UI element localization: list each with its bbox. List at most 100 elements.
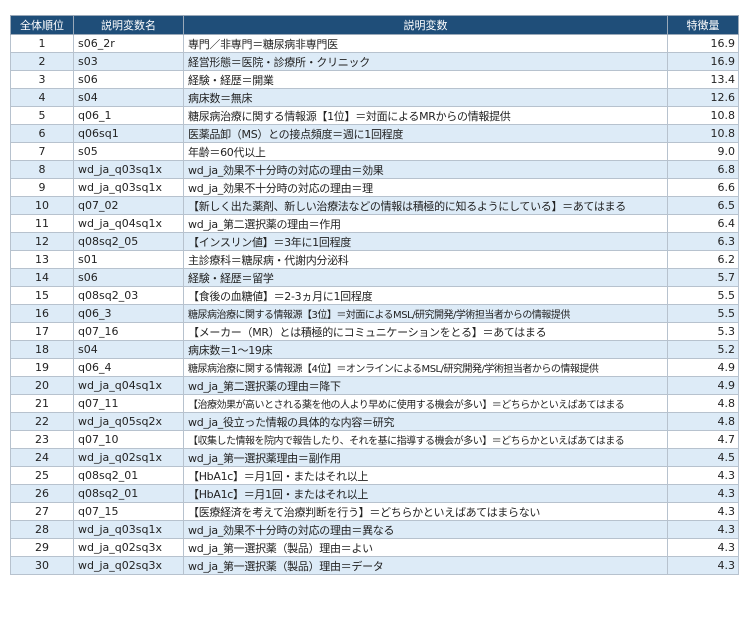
cell-rank: 6 (10, 124, 74, 143)
cell-var-name: s01 (73, 250, 184, 269)
cell-var-desc: 医薬品卸（MS）との接点頻度＝週に1回程度 (183, 124, 668, 143)
table-row: 22 wd_ja_q05sq2x wd_ja_役立った情報の具体的な内容＝研究 4.8 (10, 412, 739, 431)
table-row: 21 q07_11 【治療効果が高いとされる薬を他の人より早めに使用する機会が多い】… (10, 394, 739, 413)
table-row: 30 wd_ja_q02sq3x wd_ja_第一選択薬（製品）理由＝データ 4.3 (10, 556, 739, 575)
cell-var-desc: 【メーカー（MR）とは積極的にコミュニケーションをとる】＝あてはまる (183, 322, 668, 341)
cell-var-desc: wd_ja_第二選択薬の理由＝作用 (183, 214, 668, 233)
cell-var-desc: 【医療経済を考えて治療判断を行う】＝どちらかといえばあてはまらない (183, 502, 668, 521)
table-row: 28 wd_ja_q03sq1x wd_ja_効果不十分時の対応の理由＝異なる 4.3 (10, 520, 739, 539)
cell-rank: 7 (10, 142, 74, 161)
cell-importance: 4.3 (667, 520, 739, 539)
table-row: 14 s06 経験・経歴＝留学 5.7 (10, 268, 739, 287)
cell-var-desc: wd_ja_第二選択薬の理由＝降下 (183, 376, 668, 395)
cell-importance: 6.4 (667, 214, 739, 233)
cell-rank: 22 (10, 412, 74, 431)
cell-importance: 5.5 (667, 304, 739, 323)
table-body: 1 s06_2r 専門／非専門＝糖尿病非専門医 16.9 2 s03 経営形態＝医院・診療所… (10, 34, 739, 575)
cell-importance: 9.0 (667, 142, 739, 161)
cell-var-name: wd_ja_q04sq1x (73, 214, 184, 233)
table-row: 8 wd_ja_q03sq1x wd_ja_効果不十分時の対応の理由＝効果 6.8 (10, 160, 739, 179)
cell-rank: 16 (10, 304, 74, 323)
table-row: 19 q06_4 糖尿病治療に関する情報源【4位】＝オンラインによるMSL/研究開発… (10, 358, 739, 377)
table-row: 25 q08sq2_01 【HbA1c】＝月1回・またはそれ以上 4.3 (10, 466, 739, 485)
cell-rank: 4 (10, 88, 74, 107)
header-row: 全体順位 説明変数名 説明変数 特徴量 (10, 15, 739, 35)
cell-rank: 1 (10, 34, 74, 53)
header-importance: 特徴量 (667, 15, 739, 35)
cell-importance: 6.8 (667, 160, 739, 179)
cell-var-desc: wd_ja_効果不十分時の対応の理由＝理 (183, 178, 668, 197)
cell-importance: 4.7 (667, 430, 739, 449)
cell-var-desc: 糖尿病治療に関する情報源【1位】＝対面によるMRからの情報提供 (183, 106, 668, 125)
cell-var-name: q07_11 (73, 394, 184, 413)
cell-importance: 5.7 (667, 268, 739, 287)
cell-var-name: q07_02 (73, 196, 184, 215)
cell-rank: 14 (10, 268, 74, 287)
cell-var-desc: 主診療科＝糖尿病・代謝内分泌科 (183, 250, 668, 269)
cell-var-desc: 経験・経歴＝留学 (183, 268, 668, 287)
cell-importance: 13.4 (667, 70, 739, 89)
cell-var-name: wd_ja_q02sq3x (73, 556, 184, 575)
cell-var-name: wd_ja_q04sq1x (73, 376, 184, 395)
cell-importance: 16.9 (667, 52, 739, 71)
cell-var-name: q06sq1 (73, 124, 184, 143)
cell-var-desc: 【HbA1c】＝月1回・またはそれ以上 (183, 484, 668, 503)
cell-importance: 5.3 (667, 322, 739, 341)
header-var-desc: 説明変数 (183, 15, 668, 35)
cell-var-name: q07_15 (73, 502, 184, 521)
cell-importance: 12.6 (667, 88, 739, 107)
cell-var-desc: 糖尿病治療に関する情報源【3位】＝対面によるMSL/研究開発/学術担当者からの情… (183, 304, 668, 323)
cell-rank: 18 (10, 340, 74, 359)
cell-importance: 6.5 (667, 196, 739, 215)
cell-importance: 4.8 (667, 394, 739, 413)
cell-var-name: wd_ja_q03sq1x (73, 178, 184, 197)
table-row: 7 s05 年齢＝60代以上 9.0 (10, 142, 739, 161)
cell-var-desc: 病床数＝無床 (183, 88, 668, 107)
cell-var-name: q08sq2_03 (73, 286, 184, 305)
table-row: 29 wd_ja_q02sq3x wd_ja_第一選択薬（製品）理由＝よい 4.3 (10, 538, 739, 557)
cell-var-name: q07_16 (73, 322, 184, 341)
cell-rank: 2 (10, 52, 74, 71)
table-row: 11 wd_ja_q04sq1x wd_ja_第二選択薬の理由＝作用 6.4 (10, 214, 739, 233)
cell-var-desc: wd_ja_第一選択薬（製品）理由＝よい (183, 538, 668, 557)
table-row: 10 q07_02 【新しく出た薬剤、新しい治療法などの情報は積極的に知るようにして… (10, 196, 739, 215)
cell-var-name: s06 (73, 70, 184, 89)
cell-importance: 10.8 (667, 106, 739, 125)
cell-var-name: s03 (73, 52, 184, 71)
cell-importance: 4.9 (667, 358, 739, 377)
cell-rank: 29 (10, 538, 74, 557)
table-row: 3 s06 経験・経歴＝開業 13.4 (10, 70, 739, 89)
cell-var-desc: 経営形態＝医院・診療所・クリニック (183, 52, 668, 71)
table-row: 23 q07_10 【収集した情報を院内で報告したり、それを基に指導する機会が多い】… (10, 430, 739, 449)
cell-importance: 4.3 (667, 502, 739, 521)
cell-var-name: q06_3 (73, 304, 184, 323)
cell-var-desc: 経験・経歴＝開業 (183, 70, 668, 89)
cell-rank: 3 (10, 70, 74, 89)
cell-rank: 20 (10, 376, 74, 395)
cell-importance: 4.3 (667, 556, 739, 575)
cell-rank: 9 (10, 178, 74, 197)
table-row: 5 q06_1 糖尿病治療に関する情報源【1位】＝対面によるMRからの情報提供 10.… (10, 106, 739, 125)
cell-var-desc: wd_ja_効果不十分時の対応の理由＝異なる (183, 520, 668, 539)
table-row: 20 wd_ja_q04sq1x wd_ja_第二選択薬の理由＝降下 4.9 (10, 376, 739, 395)
cell-rank: 15 (10, 286, 74, 305)
header-rank: 全体順位 (10, 15, 74, 35)
cell-rank: 19 (10, 358, 74, 377)
cell-rank: 23 (10, 430, 74, 449)
table-row: 17 q07_16 【メーカー（MR）とは積極的にコミュニケーションをとる】＝あては… (10, 322, 739, 341)
cell-var-desc: 糖尿病治療に関する情報源【4位】＝オンラインによるMSL/研究開発/学術担当者か… (183, 358, 668, 377)
cell-rank: 11 (10, 214, 74, 233)
cell-importance: 10.8 (667, 124, 739, 143)
cell-importance: 5.2 (667, 340, 739, 359)
table-row: 24 wd_ja_q02sq1x wd_ja_第一選択薬理由＝副作用 4.5 (10, 448, 739, 467)
cell-importance: 4.5 (667, 448, 739, 467)
cell-importance: 4.9 (667, 376, 739, 395)
cell-importance: 16.9 (667, 34, 739, 53)
cell-var-name: q07_10 (73, 430, 184, 449)
cell-importance: 4.8 (667, 412, 739, 431)
cell-var-desc: 【治療効果が高いとされる薬を他の人より早めに使用する機会が多い】＝どちらかといえ… (183, 394, 668, 413)
cell-importance: 6.6 (667, 178, 739, 197)
cell-rank: 12 (10, 232, 74, 251)
table-row: 15 q08sq2_03 【食後の血糖値】＝2-3ヵ月に1回程度 5.5 (10, 286, 739, 305)
table-row: 4 s04 病床数＝無床 12.6 (10, 88, 739, 107)
